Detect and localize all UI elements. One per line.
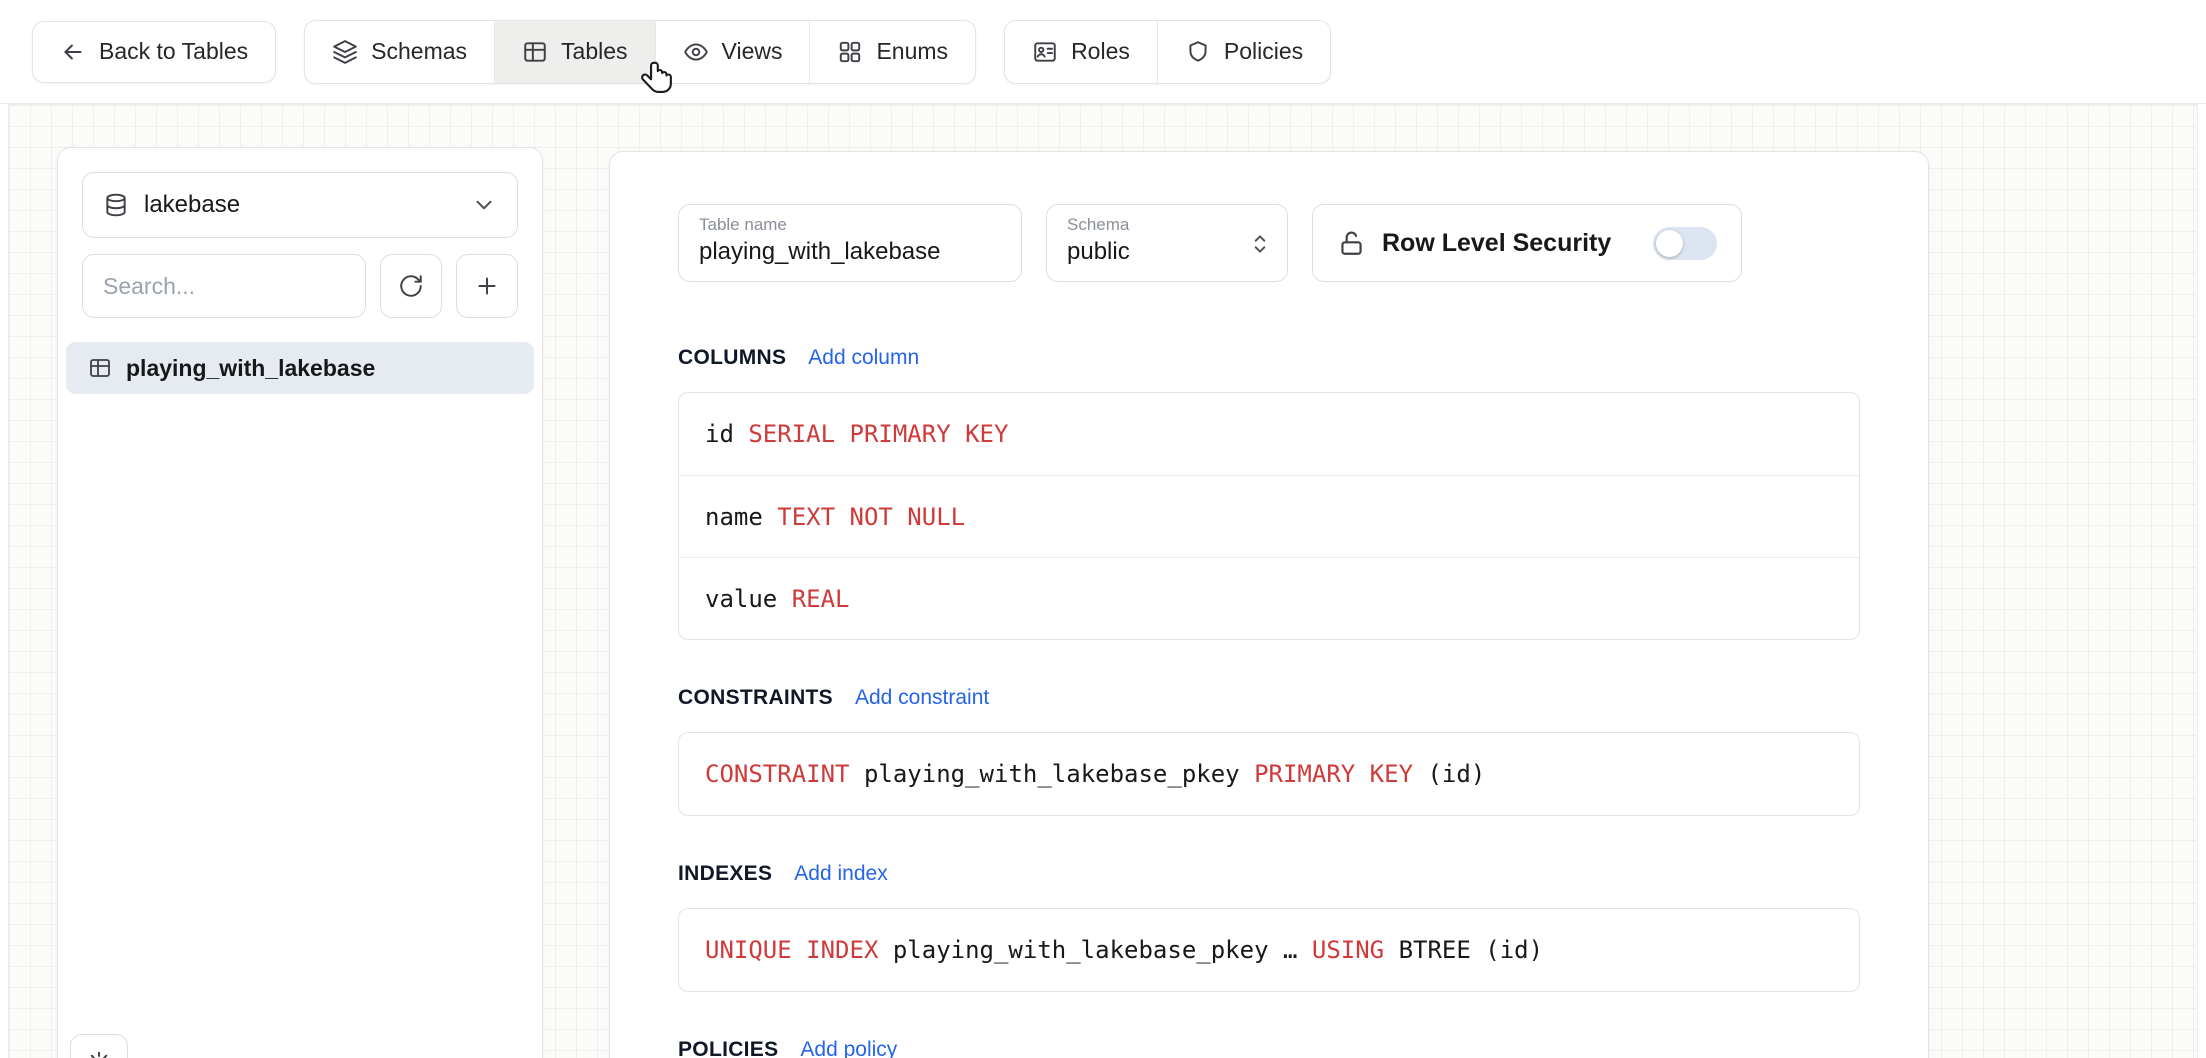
code-token: SERIAL PRIMARY KEY (748, 420, 1008, 448)
policies-title: POLICIES (678, 1038, 778, 1058)
indexes-title: INDEXES (678, 862, 772, 886)
table-item-name: playing_with_lakebase (126, 355, 375, 382)
code-token: TEXT NOT NULL (777, 503, 965, 531)
code-token: CONSTRAINT (705, 760, 850, 788)
code-token: REAL (792, 585, 850, 613)
code-token: playing_with_lakebase_pkey (850, 760, 1255, 788)
code-token: name (705, 503, 777, 531)
tab-enums[interactable]: Enums (809, 21, 975, 83)
code-token: UNIQUE INDEX (705, 936, 878, 964)
constraints-row[interactable]: CONSTRAINT playing_with_lakebase_pkey PR… (679, 733, 1859, 815)
add-table-button[interactable] (456, 254, 518, 318)
section-constraints: CONSTRAINTS Add constraint CONSTRAINT play… (678, 686, 1860, 816)
constraints-header: CONSTRAINTS Add constraint (678, 686, 1860, 710)
refresh-icon (398, 273, 424, 299)
columns-header: COLUMNS Add column (678, 346, 1860, 370)
search-input[interactable] (82, 254, 366, 318)
tables-list: playing_with_lakebase (66, 342, 534, 394)
rls-toggle-knob (1656, 230, 1683, 257)
table-editor-panel: Table name Schema public Row Level Secur… (609, 151, 1929, 1058)
policies-header: POLICIES Add policy (678, 1038, 1860, 1058)
code-token: id (705, 420, 748, 448)
columns-list: id SERIAL PRIMARY KEYname TEXT NOT NULLv… (678, 392, 1860, 640)
refresh-button[interactable] (380, 254, 442, 318)
columns-title: COLUMNS (678, 346, 786, 370)
code-token: value (705, 585, 792, 613)
hand-pointer-cursor (638, 58, 680, 100)
add-indexe-link[interactable]: Add index (794, 862, 887, 886)
section-policies: POLICIES Add policy (678, 1038, 1860, 1058)
add-policie-link[interactable]: Add policy (800, 1038, 897, 1058)
code-token: USING (1312, 936, 1384, 964)
columns-row[interactable]: id SERIAL PRIMARY KEY (679, 393, 1859, 475)
code-token: (id) (1413, 760, 1485, 788)
search-row (82, 254, 518, 318)
columns-row[interactable]: name TEXT NOT NULL (679, 475, 1859, 557)
table-name-input[interactable] (699, 238, 1001, 266)
tab-label: Enums (876, 38, 948, 65)
back-to-tables-button[interactable]: Back to Tables (32, 21, 276, 83)
sections: COLUMNSAdd columnid SERIAL PRIMARY KEYna… (678, 346, 1860, 1058)
database-name: lakebase (144, 191, 240, 219)
section-columns: COLUMNSAdd columnid SERIAL PRIMARY KEYna… (678, 346, 1860, 640)
chevron-down-icon (471, 192, 497, 218)
code-token: PRIMARY KEY (1254, 760, 1413, 788)
constraints-list: CONSTRAINT playing_with_lakebase_pkey PR… (678, 732, 1860, 816)
tab-label: Schemas (371, 38, 467, 65)
id-badge-icon (1032, 39, 1058, 65)
tab-label: Tables (561, 38, 627, 65)
row-level-security-box: Row Level Security (1312, 204, 1742, 282)
plus-icon (474, 273, 500, 299)
indexes-header: INDEXES Add index (678, 862, 1860, 886)
database-icon (103, 192, 129, 218)
database-selector[interactable]: lakebase (82, 172, 518, 238)
tab-label: Views (722, 38, 783, 65)
schema-select[interactable]: Schema public (1046, 204, 1288, 282)
chevrons-up-down-icon (1247, 229, 1273, 259)
tab-policies[interactable]: Policies (1157, 21, 1330, 83)
tab-roles[interactable]: Roles (1005, 21, 1157, 83)
lock-open-icon (1337, 229, 1366, 258)
arrow-left-icon (60, 39, 86, 65)
section-indexes: INDEXES Add index UNIQUE INDEX playing_wit… (678, 862, 1860, 992)
access-tab-group: Roles Policies (1004, 20, 1331, 84)
tab-schemas[interactable]: Schemas (305, 21, 494, 83)
table-name-field[interactable]: Table name (678, 204, 1022, 282)
constraints-title: CONSTRAINTS (678, 686, 833, 710)
indexes-row[interactable]: UNIQUE INDEX playing_with_lakebase_pkey … (679, 909, 1859, 991)
tab-tables[interactable]: Tables (494, 21, 654, 83)
diagram-canvas: lakebase playing_with_lakebase (8, 104, 2198, 1058)
add-column-link[interactable]: Add column (808, 346, 919, 370)
toolbar: Back to Tables Schemas Tables Views Enums R… (0, 0, 2206, 104)
table-icon (88, 356, 112, 380)
rls-toggle[interactable] (1653, 227, 1717, 260)
gear-icon (86, 1050, 112, 1058)
settings-button[interactable] (70, 1034, 128, 1058)
schema-value: public (1067, 238, 1235, 266)
rls-label: Row Level Security (1382, 229, 1611, 258)
indexes-list: UNIQUE INDEX playing_with_lakebase_pkey … (678, 908, 1860, 992)
shield-icon (1185, 39, 1211, 65)
code-token: playing_with_lakebase_pkey … (878, 936, 1311, 964)
tab-label: Policies (1224, 38, 1303, 65)
tab-label: Roles (1071, 38, 1130, 65)
table-name-label: Table name (699, 216, 1001, 235)
schema-label: Schema (1067, 216, 1235, 235)
columns-row[interactable]: value REAL (679, 557, 1859, 639)
back-button-label: Back to Tables (99, 38, 248, 65)
editor-top-row: Table name Schema public Row Level Secur… (678, 204, 1860, 282)
grid-icon (837, 39, 863, 65)
add-constraint-link[interactable]: Add constraint (855, 686, 989, 710)
sidebar-panel: lakebase playing_with_lakebase (57, 147, 543, 1058)
table-icon (522, 39, 548, 65)
eye-icon (683, 39, 709, 65)
layers-icon (332, 39, 358, 65)
code-token: BTREE (id) (1384, 936, 1543, 964)
table-list-item[interactable]: playing_with_lakebase (66, 342, 534, 394)
